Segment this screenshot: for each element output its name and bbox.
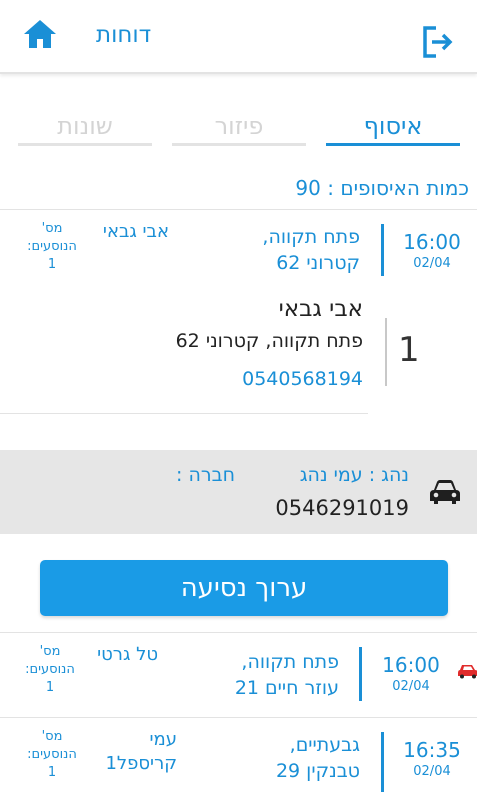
reports-link[interactable]: דוחות (96, 22, 151, 48)
driver-panel (0, 450, 477, 534)
driver-name: נהג : עמי נהג (299, 464, 409, 486)
trip-passenger-count: מס' הנוסעים: 1 (22, 220, 82, 274)
detail-passenger-name: אבי גבאי (278, 296, 363, 322)
passenger-count-label: מס' הנוסעים: (27, 729, 77, 762)
tab-pickup-underline (326, 143, 460, 146)
trip-time: 16:35 (403, 738, 461, 762)
detail-phone-link[interactable]: 0540568194 (242, 368, 363, 390)
trip-address: גבעתיים, טבנקין 29 (276, 732, 360, 784)
trip-passenger-count: מס' הנוסעים: 1 (20, 643, 80, 697)
trip-date: 02/04 (413, 764, 451, 779)
trip-passenger-name: עמי קריספל1 (105, 728, 177, 776)
pickup-count: כמות האיסופים : 90 (295, 176, 469, 200)
tab-misc-underline (18, 143, 152, 146)
trip-passenger-name-line: קריספל1 (105, 753, 177, 774)
passenger-count-label: מס' הנוסעים: (25, 644, 75, 677)
tab-misc[interactable]: שונות (18, 112, 152, 146)
divider (0, 413, 368, 414)
row-divider (381, 224, 384, 276)
trip-time: 16:00 (403, 230, 461, 254)
driver-phone[interactable]: 0546291019 (275, 496, 409, 520)
trip-time-block: 16:00 02/04 (403, 230, 461, 271)
trip-address: פתח תקווה, קטרוני 62 (262, 224, 360, 276)
trip-row[interactable]: 16:00 02/04 פתח תקווה, קטרוני 62 אבי גבא… (0, 210, 477, 290)
trip-passenger-name: אבי גבאי (103, 220, 169, 244)
trip-passenger-name: טל גרטי (97, 643, 158, 667)
trip-date: 02/04 (413, 256, 451, 271)
edit-trip-button[interactable]: ערוך נסיעה (40, 560, 448, 616)
trip-address-street: עוזר חיים 21 (234, 677, 339, 699)
trip-address-street: קטרוני 62 (276, 252, 360, 274)
trip-address-city: גבעתיים, (289, 734, 360, 756)
logout-icon[interactable] (420, 24, 456, 60)
tab-distribution[interactable]: פיזור (172, 112, 306, 146)
trip-passenger-name-line: אבי גבאי (102, 221, 169, 242)
passenger-count-label: מס' הנוסעים: (27, 221, 77, 254)
trip-address: פתח תקווה, עוזר חיים 21 (235, 649, 339, 701)
trip-time: 16:00 (382, 653, 440, 677)
trip-row[interactable]: 16:00 02/04 פתח תקווה, עוזר חיים 21 טל ג… (0, 633, 477, 717)
car-icon (430, 480, 460, 504)
trip-time-block: 16:35 02/04 (403, 738, 461, 779)
company-label: חברה : (176, 464, 235, 486)
trip-passenger-count: מס' הנוסעים: 1 (22, 728, 82, 782)
tab-misc-label: שונות (57, 112, 113, 140)
trip-address-city: פתח תקווה, (241, 651, 339, 673)
trip-row[interactable]: 16:35 02/04 גבעתיים, טבנקין 29 עמי קריספ… (0, 718, 477, 800)
tab-distribution-label: פיזור (214, 112, 264, 140)
car-icon (458, 665, 477, 679)
passenger-count-value: 1 (47, 765, 57, 780)
passenger-count-value: 1 (45, 680, 55, 695)
tab-distribution-underline (172, 143, 306, 146)
top-bar: דוחות (0, 0, 477, 74)
detail-divider (385, 318, 387, 386)
trip-time-block: 16:00 02/04 (382, 653, 440, 694)
home-icon[interactable] (22, 18, 58, 50)
row-divider (381, 732, 384, 792)
trip-passenger-name-line: עמי (149, 729, 177, 750)
trip-address-city: פתח תקווה, (262, 226, 360, 248)
trip-date: 02/04 (392, 679, 430, 694)
row-divider (359, 647, 362, 701)
trip-passenger-name-line: טל גרטי (97, 644, 158, 665)
detail-index: 1 (398, 330, 420, 370)
tab-pickup[interactable]: איסוף (326, 112, 460, 146)
tab-pickup-label: איסוף (363, 112, 423, 140)
passenger-count-value: 1 (47, 257, 57, 272)
detail-address: פתח תקווה, קטרוני 62 (175, 330, 363, 352)
trip-address-street: טבנקין 29 (275, 760, 360, 782)
